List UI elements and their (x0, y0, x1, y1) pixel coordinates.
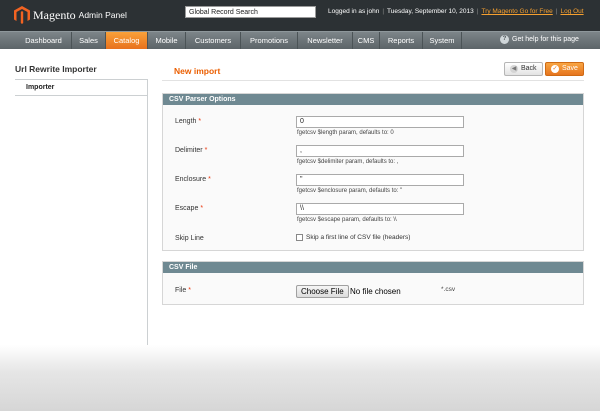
magento-logo[interactable]: Magento Admin Panel (14, 6, 127, 24)
check-icon: ✓ (551, 65, 559, 73)
nav-item-system[interactable]: System (423, 32, 462, 49)
choose-file-button[interactable]: Choose File (296, 285, 349, 298)
escape-label: Escape * (175, 205, 204, 212)
back-arrow-icon: ◀ (510, 65, 518, 73)
magento-logo-icon (14, 6, 30, 24)
help-icon: ? (500, 35, 509, 44)
logo-text: Magento (33, 7, 76, 22)
nav-item-reports[interactable]: Reports (380, 32, 423, 49)
try-magento-link[interactable]: Try Magento Go for Free (481, 8, 552, 15)
enclosure-label: Enclosure * (175, 176, 211, 183)
delimiter-label: Delimiter * (175, 147, 208, 154)
length-note: fgetcsv $length param, defaults to: 0 (297, 130, 394, 136)
back-button[interactable]: ◀ Back (504, 62, 543, 76)
enclosure-note: fgetcsv $enclosure param, defaults to: " (297, 188, 403, 194)
escape-input[interactable]: \\ (296, 203, 464, 215)
section-header: CSV File (163, 262, 583, 273)
sidebar-divider (147, 79, 148, 347)
logout-link[interactable]: Log Out (560, 8, 583, 15)
csv-parser-options-fieldset: CSV Parser Options Length * 0 fgetcsv $l… (162, 93, 584, 251)
footer-band (0, 345, 600, 411)
date-text: Tuesday, September 10, 2013 (387, 8, 474, 15)
nav-item-dashboard[interactable]: Dashboard (16, 32, 72, 49)
help-link[interactable]: ? Get help for this page (500, 35, 579, 44)
skip-line-text: Skip a first line of CSV file (headers) (306, 234, 411, 241)
delimiter-input[interactable]: , (296, 145, 464, 157)
skip-line-row: Skip a first line of CSV file (headers) (296, 234, 410, 241)
back-button-label: Back (521, 65, 537, 72)
enclosure-input[interactable]: " (296, 174, 464, 186)
help-label: Get help for this page (512, 36, 579, 43)
file-status: No file chosen (350, 287, 401, 296)
nav-item-newsletter[interactable]: Newsletter (298, 32, 353, 49)
logged-in-text: Logged in as john (328, 8, 380, 15)
page-title: New import (174, 66, 221, 76)
skip-line-label: Skip Line (175, 235, 204, 242)
admin-header: Magento Admin Panel Global Record Search… (0, 0, 600, 31)
logo-subtitle: Admin Panel (78, 10, 127, 20)
header-links: Logged in as john | Tuesday, September 10,… (328, 8, 584, 15)
file-label: File * (175, 287, 191, 294)
escape-note: fgetcsv $escape param, defaults to: \\ (297, 217, 397, 223)
sidebar-item-label: Importer (26, 84, 55, 91)
main-nav: Dashboard Sales Catalog Mobile Customers… (0, 31, 600, 49)
title-divider (162, 80, 584, 81)
length-input[interactable]: 0 (296, 116, 464, 128)
nav-item-cms[interactable]: CMS (353, 32, 380, 49)
nav-item-sales[interactable]: Sales (72, 32, 106, 49)
delimiter-note: fgetcsv $delimiter param, defaults to: , (297, 159, 399, 165)
global-search-input[interactable]: Global Record Search (185, 6, 316, 18)
csv-file-fieldset: CSV File File * Choose File No file chos… (162, 261, 584, 305)
save-button-label: Save (562, 65, 578, 72)
nav-item-catalog[interactable]: Catalog (106, 32, 148, 49)
skip-line-checkbox[interactable] (296, 234, 303, 241)
nav-item-promotions[interactable]: Promotions (241, 32, 298, 49)
nav-item-customers[interactable]: Customers (186, 32, 241, 49)
length-label: Length * (175, 118, 202, 125)
save-button[interactable]: ✓ Save (545, 62, 584, 76)
sidebar-item-importer[interactable]: Importer (15, 79, 148, 96)
sidebar-title: Url Rewrite Importer (15, 64, 97, 74)
file-extension-note: *.csv (441, 286, 456, 293)
nav-item-mobile[interactable]: Mobile (148, 32, 186, 49)
section-header: CSV Parser Options (163, 94, 583, 105)
